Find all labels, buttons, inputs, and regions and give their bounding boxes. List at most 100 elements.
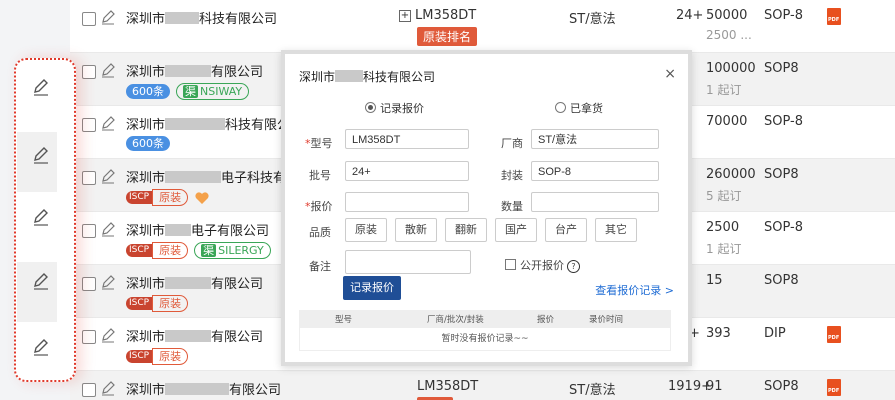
edit-icon[interactable] — [100, 327, 116, 343]
package-cell: SOP-8 — [764, 8, 803, 23]
company-name[interactable]: 深圳市 电子有限公司 — [126, 220, 269, 239]
pdf-icon[interactable] — [827, 8, 841, 25]
maker-input[interactable]: ST/意法 — [531, 129, 659, 149]
iscp-badge: ISCP — [126, 191, 153, 204]
page-canvas: 深圳市 科技有限公司 + LM358DT 原装排名 ST/意法 24+ 50000 … — [0, 0, 895, 400]
original-badge: 原装 — [152, 242, 189, 259]
model-cell[interactable]: LM358DT — [417, 379, 478, 394]
table-row[interactable]: 深圳市 科技有限公司 + LM358DT 原装排名 ST/意法 24+ 50000 … — [70, 0, 895, 53]
edit-icon[interactable] — [100, 9, 116, 25]
redaction-mask — [165, 65, 212, 77]
label-maker: 厂商 — [501, 137, 523, 150]
redaction-mask — [335, 70, 364, 82]
edit-cell-bg — [17, 262, 57, 322]
qty-cell: 50000 — [706, 8, 748, 23]
batch-input[interactable]: 24+ — [345, 161, 469, 181]
qty-sub: 1 起订 — [706, 242, 742, 256]
help-icon[interactable]: ? — [567, 260, 580, 273]
quality-option-other[interactable]: 其它 — [595, 218, 637, 242]
quality-option-original[interactable]: 原装 — [345, 218, 387, 242]
edit-icon[interactable] — [100, 168, 116, 184]
table-row[interactable]: 深圳市有限公司 LM358DT 原装 ST/意法 1919+ 91 SOP8 — [70, 371, 895, 400]
public-quote-checkbox[interactable]: 公开报价? — [505, 257, 580, 273]
label-package: 封装 — [501, 169, 523, 182]
edit-icon[interactable] — [32, 338, 50, 356]
edit-icon[interactable] — [32, 146, 50, 164]
edit-icon[interactable] — [32, 272, 50, 290]
quality-option-loose-new[interactable]: 散新 — [395, 218, 437, 242]
edit-icon[interactable] — [32, 78, 50, 96]
company-name[interactable]: 深圳市 有限公司 — [126, 379, 281, 398]
edit-icon[interactable] — [100, 221, 116, 237]
record-quote-button[interactable]: 记录报价 — [343, 276, 401, 300]
edit-icon[interactable] — [100, 274, 116, 290]
edit-icon[interactable] — [100, 380, 116, 396]
expand-icon[interactable]: + — [399, 10, 411, 22]
redaction-mask — [165, 277, 212, 289]
redaction-mask — [165, 383, 230, 395]
row-checkbox[interactable] — [82, 65, 96, 79]
quality-option-refurbished[interactable]: 翻新 — [445, 218, 487, 242]
row-checkbox[interactable] — [82, 118, 96, 132]
col-maker-batch-package: 厂商/批次/封装 — [427, 315, 484, 325]
pdf-icon[interactable] — [827, 326, 841, 343]
brand-badge: 渠 SILERGY — [194, 242, 271, 259]
count-badge: 600条 — [126, 136, 170, 151]
company-name[interactable]: 深圳市 电子科技有限 — [126, 167, 299, 186]
rank-badge: 原装排名 — [417, 27, 478, 46]
model-input[interactable]: LM358DT — [345, 129, 469, 149]
model-cell[interactable]: + LM358DT — [399, 8, 476, 23]
dialog-title: 深圳市 科技有限公司 — [299, 70, 436, 84]
edit-icon[interactable] — [100, 115, 116, 131]
qty-cell: 260000 — [706, 167, 756, 182]
redaction-mask — [165, 224, 192, 236]
qty-cell: 393 — [706, 326, 731, 341]
iscp-badge: ISCP — [126, 297, 153, 310]
label-price: *报价 — [305, 200, 333, 213]
quality-option-taiwan[interactable]: 台产 — [545, 218, 587, 242]
company-name[interactable]: 深圳市 科技有限公司 — [126, 8, 277, 27]
pdf-icon[interactable] — [827, 379, 841, 396]
close-icon[interactable]: × — [664, 66, 676, 82]
col-price: 报价 — [537, 315, 555, 325]
company-name[interactable]: 深圳市 有限公司 — [126, 273, 263, 292]
iscp-badge: ISCP — [126, 244, 153, 257]
history-empty-message: 暂时没有报价记录~~ — [299, 327, 671, 351]
row-checkbox[interactable] — [82, 12, 96, 26]
checkbox-icon — [505, 259, 516, 270]
redaction-mask — [165, 171, 222, 183]
redaction-mask — [165, 12, 200, 24]
maker-cell: ST/意法 — [569, 383, 616, 398]
radio-record-quote[interactable]: 记录报价 — [365, 100, 424, 116]
package-cell: SOP8 — [764, 379, 799, 394]
badge-group: ISCP 原装 — [126, 295, 194, 312]
radio-got-goods[interactable]: 已拿货 — [555, 100, 603, 116]
radio-selected-icon — [365, 102, 376, 113]
company-name[interactable]: 深圳市 有限公司 — [126, 326, 263, 345]
row-checkbox[interactable] — [82, 224, 96, 238]
price-input[interactable] — [345, 192, 469, 212]
batch-cell: 24+ — [676, 8, 704, 23]
edit-icon[interactable] — [32, 208, 50, 226]
package-cell: DIP — [764, 326, 786, 341]
edit-icon[interactable] — [100, 62, 116, 78]
row-checkbox[interactable] — [82, 330, 96, 344]
quantity-input[interactable] — [531, 192, 659, 212]
history-table-header: 型号 厂商/批次/封装 报价 录价时间 — [299, 310, 671, 327]
row-checkbox[interactable] — [82, 171, 96, 185]
view-history-link[interactable]: 查看报价记录 > — [595, 282, 674, 298]
row-checkbox[interactable] — [82, 277, 96, 291]
package-cell: SOP-8 — [764, 114, 803, 129]
qty-cell: 70000 — [706, 114, 748, 129]
company-name[interactable]: 深圳市 科技有限公 — [126, 114, 290, 133]
row-checkbox[interactable] — [82, 383, 96, 397]
heart-icon[interactable] — [194, 191, 210, 205]
note-input[interactable] — [345, 250, 471, 274]
qty-cell: 91 — [706, 379, 723, 394]
package-input[interactable]: SOP-8 — [531, 161, 659, 181]
iscp-badge: ISCP — [126, 350, 153, 363]
qty-cell: 2500 — [706, 220, 740, 235]
qty-cell: 100000 — [706, 61, 756, 76]
company-name[interactable]: 深圳市 有限公司 — [126, 61, 263, 80]
quality-option-domestic[interactable]: 国产 — [495, 218, 537, 242]
